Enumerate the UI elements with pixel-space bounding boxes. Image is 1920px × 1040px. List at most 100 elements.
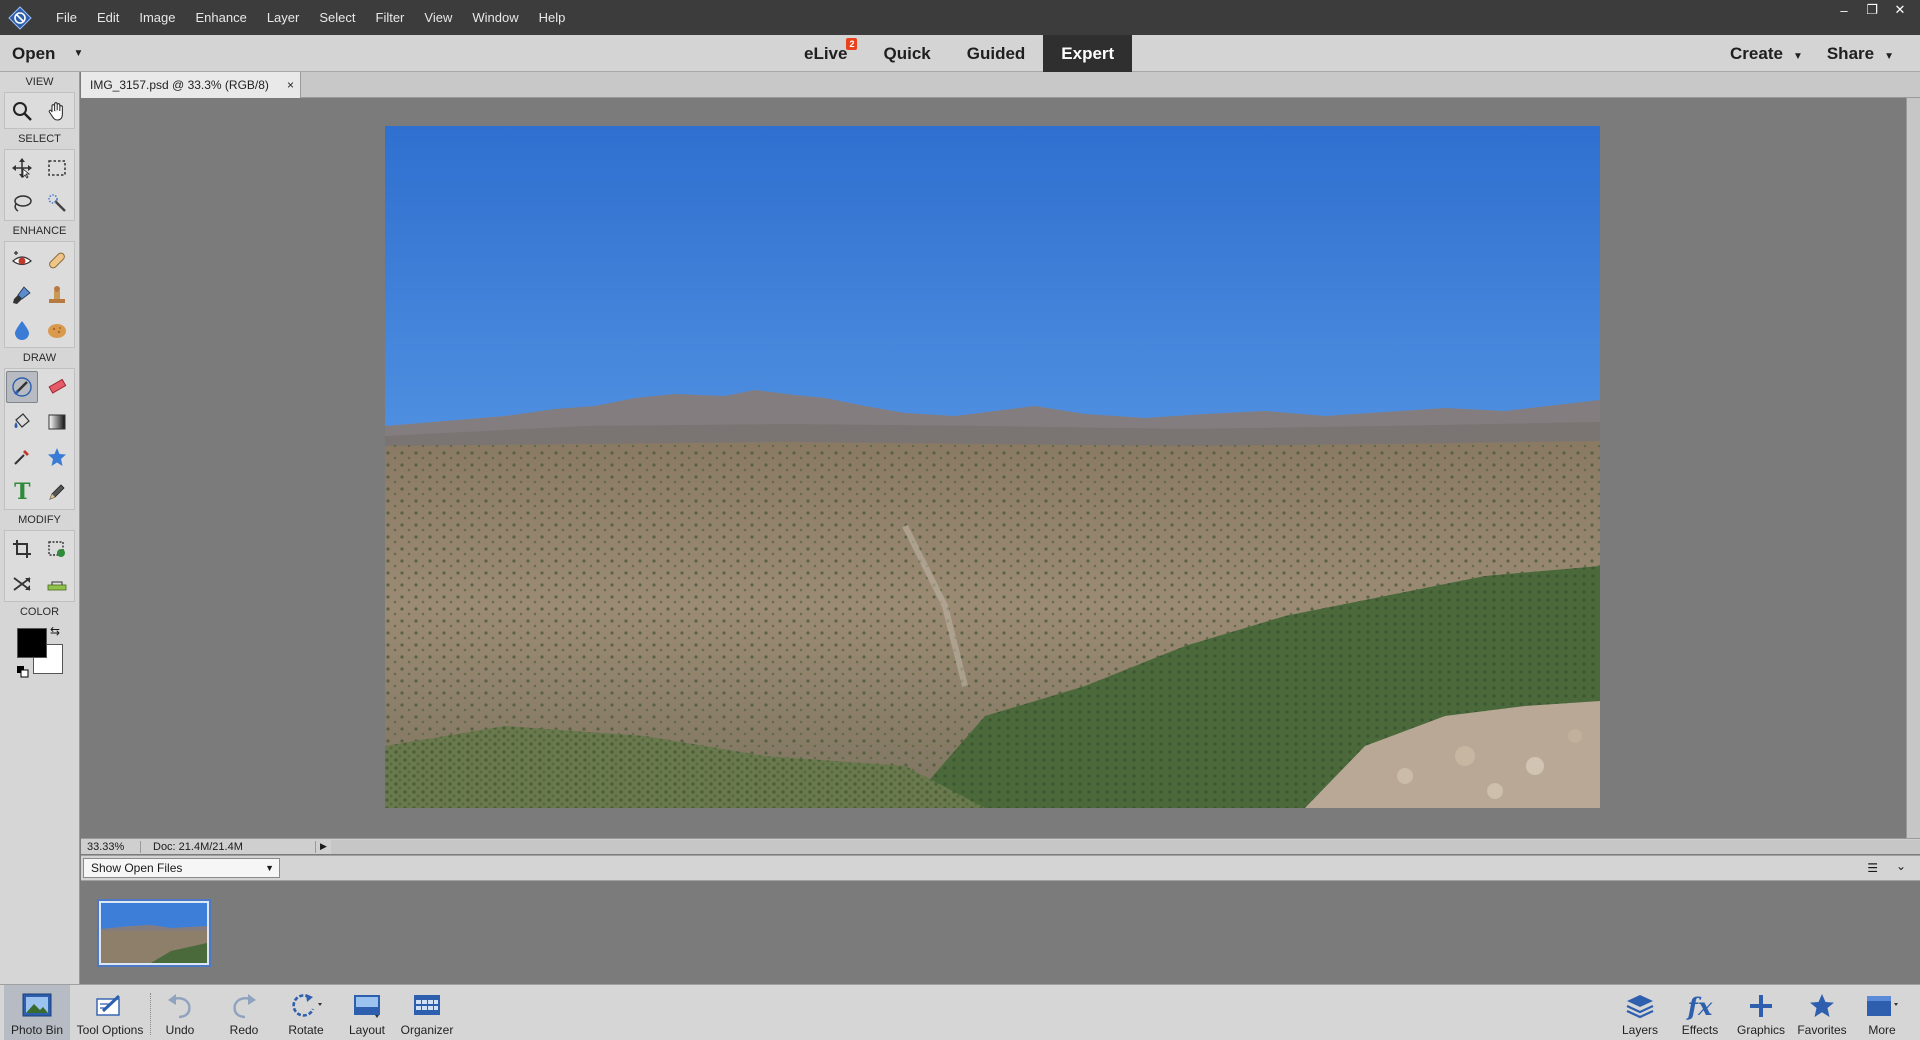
move-tool-icon[interactable]	[6, 152, 38, 184]
eyedropper-tool-icon[interactable]	[6, 441, 38, 473]
favorites-button[interactable]: Favorites	[1795, 985, 1849, 1040]
menu-window[interactable]: Window	[462, 0, 528, 35]
clone-stamp-icon[interactable]	[41, 279, 73, 311]
layers-label: Layers	[1621, 1023, 1659, 1037]
doc-size: Doc: 21.4M/21.4M	[141, 840, 316, 853]
effects-button[interactable]: fx Effects	[1679, 985, 1721, 1040]
layers-button[interactable]: Layers	[1620, 985, 1660, 1040]
layout-icon	[352, 989, 382, 1023]
open-label: Open	[12, 43, 56, 63]
layout-button[interactable]: Layout	[346, 985, 388, 1040]
menu-file[interactable]: File	[46, 0, 87, 35]
tool-options-icon	[95, 989, 125, 1023]
tab-elive[interactable]: eLive 2	[786, 35, 865, 72]
rotate-button[interactable]: Rotate	[284, 985, 328, 1040]
section-color-label: COLOR	[19, 606, 60, 618]
effects-icon: fx	[1687, 991, 1713, 1021]
app-logo-icon[interactable]	[6, 4, 34, 32]
vertical-scrollbar[interactable]	[1906, 98, 1920, 838]
blur-tool-icon[interactable]	[6, 314, 38, 346]
favorites-label: Favorites	[1797, 1023, 1847, 1037]
right-menus: Create ▼ Share ▼	[1718, 35, 1906, 72]
chevron-down-icon[interactable]: ⌄	[1896, 859, 1906, 873]
gradient-tool-icon[interactable]	[41, 406, 73, 438]
paint-bucket-icon[interactable]	[6, 406, 38, 438]
sponge-tool-icon[interactable]	[41, 314, 73, 346]
default-colors-icon[interactable]	[17, 666, 29, 678]
recompose-tool-icon[interactable]	[41, 533, 73, 565]
menu-enhance[interactable]: Enhance	[186, 0, 257, 35]
hand-tool-icon[interactable]	[41, 95, 73, 127]
eraser-tool-icon[interactable]	[41, 371, 73, 403]
photo-bin-icon	[22, 989, 52, 1023]
organizer-button[interactable]: Organizer	[398, 985, 456, 1040]
create-label: Create	[1730, 44, 1783, 63]
type-tool-icon[interactable]: T	[6, 476, 38, 508]
straighten-tool-icon[interactable]	[41, 568, 73, 600]
tab-quick[interactable]: Quick	[865, 35, 948, 72]
menu-select[interactable]: Select	[309, 0, 365, 35]
draw-tools: T	[4, 368, 75, 510]
spot-healing-brush-icon[interactable]	[41, 244, 73, 276]
create-menu[interactable]: Create ▼	[1718, 35, 1815, 72]
chevron-down-icon[interactable]: ▼	[73, 48, 83, 59]
bin-options-icon[interactable]: ☰	[1867, 861, 1878, 875]
foreground-color-swatch[interactable]	[17, 628, 47, 658]
content-aware-move-icon[interactable]	[6, 568, 38, 600]
custom-shape-tool-icon[interactable]	[41, 441, 73, 473]
zoom-tool-icon[interactable]	[6, 95, 38, 127]
rotate-icon	[289, 989, 323, 1023]
tab-expert[interactable]: Expert	[1043, 35, 1133, 72]
tool-options-label: Tool Options	[76, 1023, 144, 1037]
restore-button[interactable]: ❐	[1858, 0, 1886, 20]
zoom-level[interactable]: 33.33%	[81, 840, 141, 853]
menu-edit[interactable]: Edit	[87, 0, 129, 35]
redo-button[interactable]: Redo	[224, 985, 264, 1040]
chevron-down-icon: ▼	[1884, 51, 1894, 62]
photo-bin	[81, 881, 1920, 984]
smart-brush-icon[interactable]	[6, 279, 38, 311]
minimize-button[interactable]: –	[1830, 0, 1858, 20]
menu-layer[interactable]: Layer	[257, 0, 310, 35]
document-tab[interactable]: IMG_3157.psd @ 33.3% (RGB/8) ×	[81, 72, 301, 98]
graphics-label: Graphics	[1736, 1023, 1786, 1037]
menu-help[interactable]: Help	[529, 0, 576, 35]
mode-bar: Open ▼ eLive 2 Quick Guided Expert Creat…	[0, 35, 1920, 72]
graphics-icon	[1747, 989, 1775, 1023]
photo-bin-label: Photo Bin	[10, 1023, 64, 1037]
menu-filter[interactable]: Filter	[366, 0, 415, 35]
tool-options-button[interactable]: Tool Options	[72, 985, 148, 1040]
open-button[interactable]: Open ▼	[12, 35, 83, 72]
status-arrow-icon[interactable]: ▶	[316, 841, 331, 852]
redo-icon	[229, 989, 259, 1023]
tab-guided[interactable]: Guided	[949, 35, 1044, 72]
photo-thumbnail[interactable]	[97, 899, 211, 967]
close-window-button[interactable]: ✕	[1886, 0, 1914, 20]
menu-image[interactable]: Image	[129, 0, 185, 35]
close-icon[interactable]: ×	[287, 72, 294, 98]
more-button[interactable]: More	[1862, 985, 1902, 1040]
share-label: Share	[1826, 44, 1875, 63]
red-eye-tool-icon[interactable]	[6, 244, 38, 276]
section-draw-label: DRAW	[22, 352, 57, 364]
brush-tool-icon[interactable]	[6, 370, 39, 403]
photo-bin-button[interactable]: Photo Bin	[4, 985, 70, 1040]
toolbox: VIEW SELECT ENHANCE DRAW T MODIFY COLOR …	[0, 72, 80, 984]
lasso-tool-icon[interactable]	[6, 187, 38, 219]
document-image[interactable]	[385, 126, 1600, 808]
section-view-label: VIEW	[25, 76, 54, 88]
marquee-tool-icon[interactable]	[41, 152, 73, 184]
crop-tool-icon[interactable]	[6, 533, 38, 565]
share-menu[interactable]: Share ▼	[1815, 35, 1906, 72]
swap-colors-icon[interactable]: ⇆	[50, 624, 60, 638]
bin-source-select[interactable]: Show Open Files ▼	[83, 858, 280, 878]
graphics-button[interactable]: Graphics	[1735, 985, 1787, 1040]
menu-view[interactable]: View	[414, 0, 462, 35]
horizontal-scrollbar[interactable]	[330, 839, 1920, 854]
more-label: More	[1868, 1023, 1896, 1037]
redo-label: Redo	[229, 1023, 259, 1037]
pencil-tool-icon[interactable]	[41, 476, 73, 508]
undo-button[interactable]: Undo	[160, 985, 200, 1040]
notification-badge: 2	[846, 38, 858, 50]
quick-selection-tool-icon[interactable]	[41, 187, 73, 219]
